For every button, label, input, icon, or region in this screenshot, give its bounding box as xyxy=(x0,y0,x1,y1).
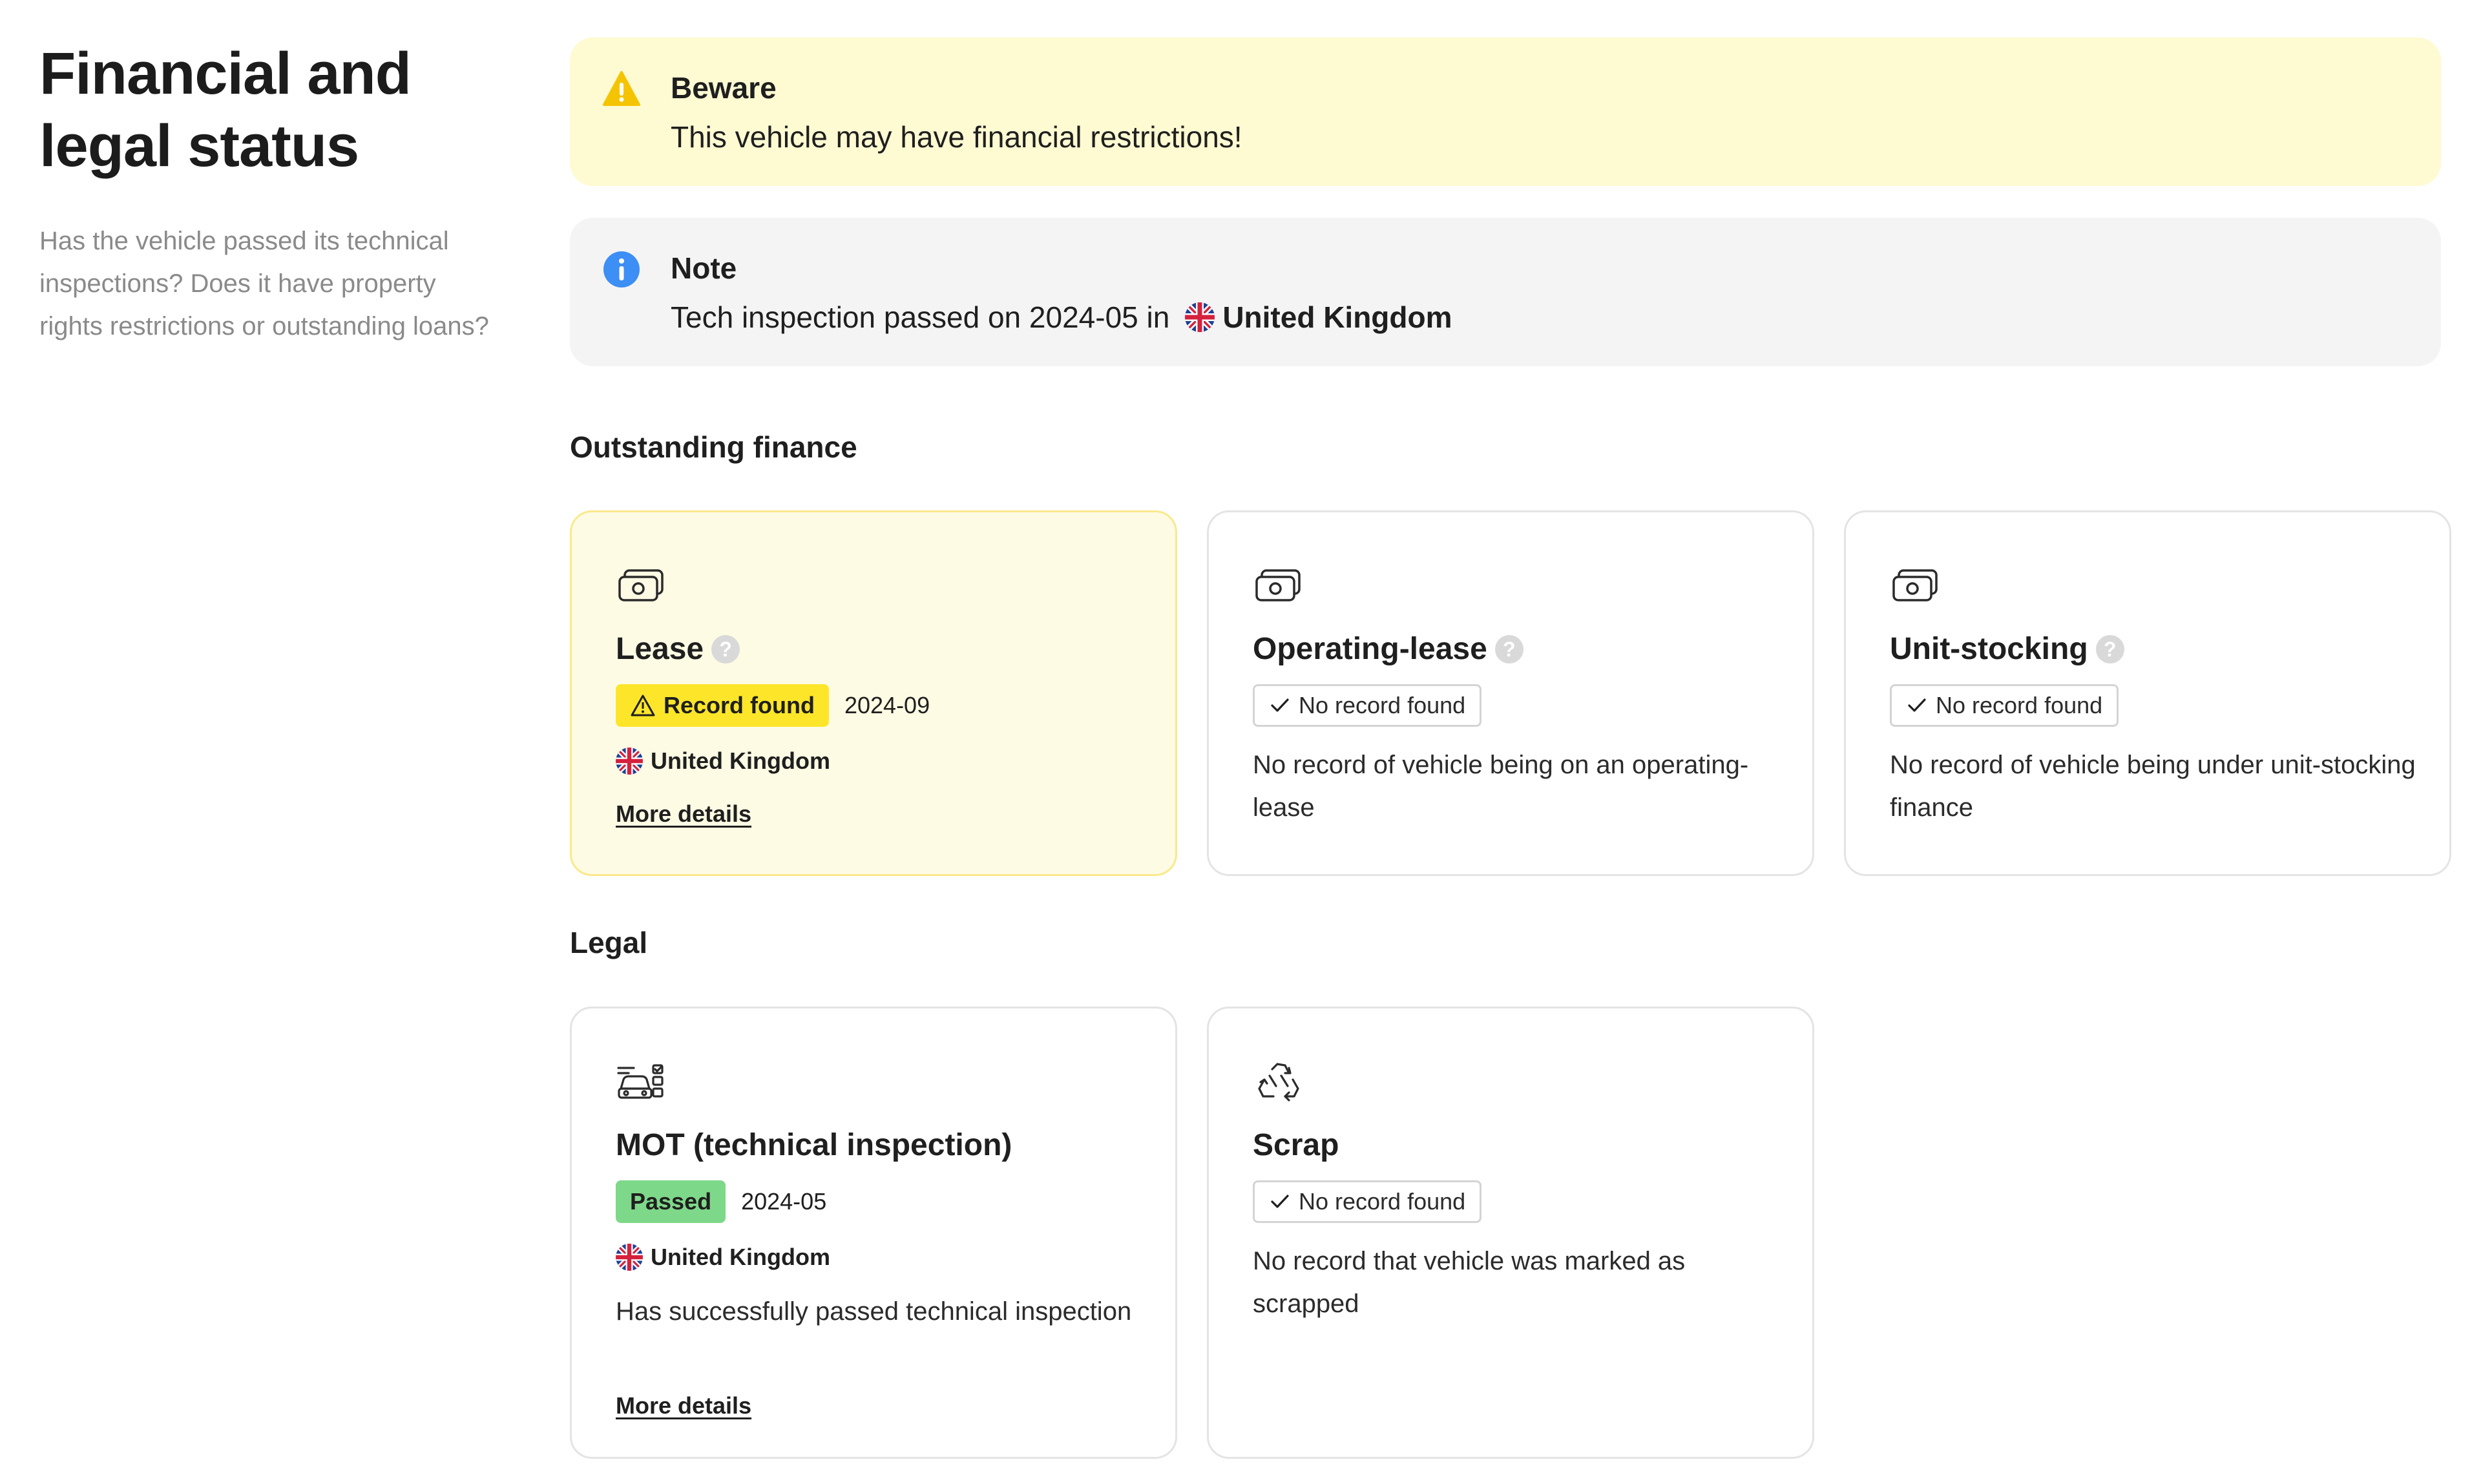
scrap-description: No record that vehicle was marked as scr… xyxy=(1253,1247,1686,1318)
check-icon xyxy=(1271,1195,1289,1208)
warning-icon xyxy=(603,71,640,106)
financial-legal-status-page: Financial and legal status Has the vehicl… xyxy=(0,0,2481,1484)
beware-body: This vehicle may have financial restrict… xyxy=(671,120,1242,154)
note-title: Note xyxy=(671,251,737,285)
no-record-badge: No record found xyxy=(1253,1180,1482,1223)
operating-lease-description: No record of vehicle being on an operati… xyxy=(1253,751,1749,822)
operating-lease-status-row: No record found xyxy=(1253,684,1482,727)
help-icon[interactable]: ? xyxy=(711,635,740,664)
lease-more-details-link[interactable]: More details xyxy=(616,800,751,828)
note-country: United Kingdom xyxy=(1185,298,1452,337)
recycle-icon xyxy=(1258,1063,1299,1102)
unit-stocking-title-text: Unit-stocking xyxy=(1890,632,2088,666)
record-found-label: Record found xyxy=(664,692,815,718)
mot-date: 2024-05 xyxy=(741,1188,827,1215)
lease-country-name: United Kingdom xyxy=(651,747,830,774)
operating-lease-title-text: Operating-lease xyxy=(1253,632,1487,666)
banknotes-icon xyxy=(1255,569,1301,601)
uk-flag-icon xyxy=(616,1244,643,1271)
note-country-name: United Kingdom xyxy=(1222,300,1452,334)
beware-alert: Beware This vehicle may have financial r… xyxy=(570,37,2441,186)
page-title-line-1: Financial and xyxy=(39,41,412,107)
intro-description: Has the vehicle passed its technical ins… xyxy=(39,227,489,340)
help-icon[interactable]: ? xyxy=(2095,635,2124,664)
uk-flag-icon xyxy=(1185,302,1215,332)
mot-card: MOT (technical inspection) Passed 2024-0… xyxy=(570,1007,1177,1459)
no-record-label: No record found xyxy=(1936,692,2103,718)
lease-date: 2024-09 xyxy=(844,692,930,718)
unit-stocking-status-row: No record found xyxy=(1890,684,2119,727)
passed-badge: Passed xyxy=(616,1180,726,1223)
check-icon xyxy=(1908,698,1926,712)
page-title-line-2: legal status xyxy=(39,113,359,179)
lease-country: United Kingdom xyxy=(616,747,830,775)
note-body: Tech inspection passed on 2024-05 in Uni… xyxy=(671,298,1452,337)
mot-title: MOT (technical inspection) xyxy=(616,1125,1012,1166)
no-record-label: No record found xyxy=(1299,692,1466,718)
note-body-text: Tech inspection passed on 2024-05 in xyxy=(671,300,1170,334)
warning-outline-icon xyxy=(631,695,655,716)
mot-country: United Kingdom xyxy=(616,1244,830,1271)
outstanding-finance-heading: Outstanding finance xyxy=(570,430,857,464)
no-record-label: No record found xyxy=(1299,1188,1466,1215)
banknotes-icon xyxy=(1892,569,1938,601)
info-icon xyxy=(603,251,640,287)
operating-lease-title: Operating-lease ? xyxy=(1253,629,1523,670)
lease-title-text: Lease xyxy=(616,632,704,666)
unit-stocking-title: Unit-stocking ? xyxy=(1890,629,2124,670)
mot-title-text: MOT (technical inspection) xyxy=(616,1128,1012,1162)
scrap-title-text: Scrap xyxy=(1253,1128,1339,1162)
help-icon[interactable]: ? xyxy=(1494,635,1523,664)
scrap-status-row: No record found xyxy=(1253,1180,1482,1223)
page-title: Financial and legal status xyxy=(39,37,492,182)
unit-stocking-description: No record of vehicle being under unit-st… xyxy=(1890,751,2416,822)
mot-status-row: Passed 2024-05 xyxy=(616,1180,826,1223)
scrap-title: Scrap xyxy=(1253,1125,1339,1166)
no-record-badge: No record found xyxy=(1253,684,1482,727)
lease-title: Lease ? xyxy=(616,629,740,670)
legal-heading: Legal xyxy=(570,926,648,959)
car-checklist-icon xyxy=(617,1064,664,1099)
mot-more-details-link[interactable]: More details xyxy=(616,1392,751,1419)
no-record-badge: No record found xyxy=(1890,684,2119,727)
intro-panel: Financial and legal status Has the vehicl… xyxy=(39,37,492,348)
unit-stocking-card: Unit-stocking ? No record found No recor… xyxy=(1844,510,2451,876)
record-found-badge: Record found xyxy=(616,684,829,727)
uk-flag-icon xyxy=(616,747,643,775)
beware-title: Beware xyxy=(671,71,777,105)
check-icon xyxy=(1271,698,1289,712)
mot-description: Has successfully passed technical inspec… xyxy=(616,1297,1132,1326)
banknotes-icon xyxy=(618,569,664,601)
operating-lease-card: Operating-lease ? No record found No rec… xyxy=(1207,510,1814,876)
mot-country-name: United Kingdom xyxy=(651,1244,830,1270)
scrap-card: Scrap No record found No record that veh… xyxy=(1207,1007,1814,1459)
lease-status-row: Record found 2024-09 xyxy=(616,684,930,727)
lease-card: Lease ? Record found 2024-09 United King… xyxy=(570,510,1177,876)
note-alert: Note Tech inspection passed on 2024-05 i… xyxy=(570,218,2441,366)
